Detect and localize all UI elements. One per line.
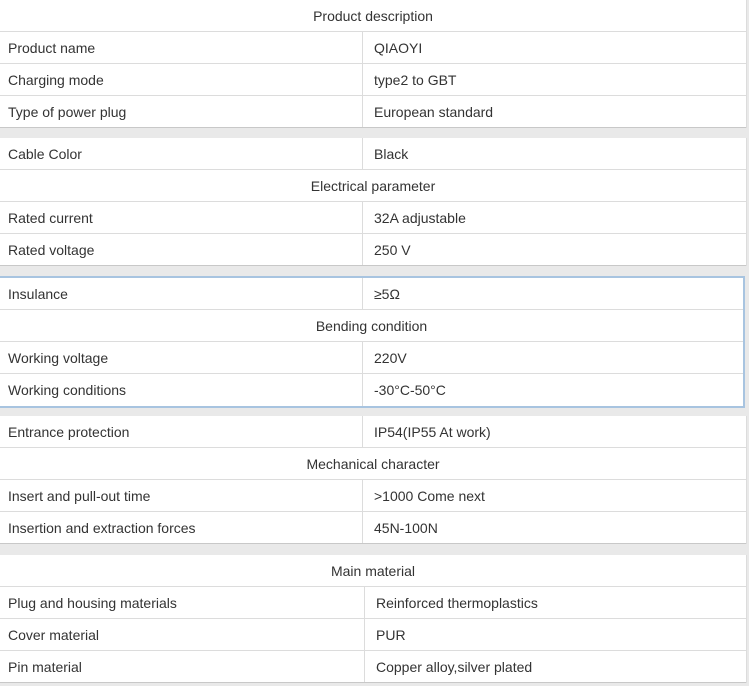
table-row: Charging mode type2 to GBT — [0, 64, 746, 96]
spec-value: 32A adjustable — [374, 209, 466, 226]
table-row: Type of power plug European standard — [0, 96, 746, 128]
section-header: Bending condition — [315, 317, 428, 334]
table-row: Product name QIAOYI — [0, 32, 746, 64]
spec-label: Entrance protection — [0, 416, 363, 447]
section-header: Mechanical character — [306, 455, 440, 472]
spec-table-product-description: Product description Product name QIAOYI … — [0, 0, 747, 128]
section-header: Product description — [313, 7, 433, 24]
spec-label: Product name — [0, 32, 363, 63]
spec-value: Black — [374, 145, 409, 162]
spec-label: Working voltage — [0, 342, 363, 373]
spec-label: Insertion and extraction forces — [0, 512, 363, 543]
section-header-row: Main material — [0, 555, 746, 587]
spec-label: Cover material — [0, 619, 365, 650]
spec-label: Rated voltage — [0, 234, 363, 265]
table-row: Rated current 32A adjustable — [0, 202, 746, 234]
spec-label: Insert and pull-out time — [0, 480, 363, 511]
spec-label: Rated current — [0, 202, 363, 233]
spec-value: IP54(IP55 At work) — [374, 423, 491, 440]
spec-value: Copper alloy,silver plated — [376, 658, 533, 675]
spec-value: -30°C-50°C — [374, 382, 446, 398]
spec-value: QIAOYI — [374, 39, 423, 56]
spec-value: Reinforced thermoplastics — [376, 594, 538, 611]
spec-value: 45N-100N — [374, 519, 438, 536]
section-header-row: Electrical parameter — [0, 170, 746, 202]
spec-table-electrical-parameter: Cable Color Black Electrical parameter R… — [0, 138, 747, 266]
spec-label: Pin material — [0, 651, 365, 682]
table-row: Insert and pull-out time >1000 Come next — [0, 480, 746, 512]
spec-value: PUR — [376, 626, 406, 643]
spec-value: European standard — [374, 103, 494, 120]
section-header: Main material — [330, 562, 416, 579]
spec-value: type2 to GBT — [374, 71, 457, 88]
table-row: Insertion and extraction forces 45N-100N — [0, 512, 746, 544]
spec-label: Cable Color — [0, 138, 363, 169]
table-row: Cable Color Black — [0, 138, 746, 170]
spec-label: Type of power plug — [0, 96, 363, 127]
section-header-row: Bending condition — [0, 310, 743, 342]
spec-label: Charging mode — [0, 64, 363, 95]
spec-label: Insulance — [0, 278, 363, 309]
spec-value: >1000 Come next — [374, 487, 485, 504]
table-row: Entrance protection IP54(IP55 At work) — [0, 416, 746, 448]
table-row: Working conditions -30°C-50°C — [0, 374, 743, 406]
spec-label: Plug and housing materials — [0, 587, 365, 618]
spec-value: 220V — [374, 349, 407, 366]
table-row: Rated voltage 250 V — [0, 234, 746, 266]
spec-page: Product description Product name QIAOYI … — [0, 0, 749, 686]
table-row: Plug and housing materials Reinforced th… — [0, 587, 746, 619]
spec-value: 250 V — [374, 241, 411, 258]
section-header-row: Product description — [0, 0, 746, 32]
spec-table-bending-condition: Insulance ≥5Ω Bending condition Working … — [0, 276, 745, 408]
section-header-row: Mechanical character — [0, 448, 746, 480]
spec-value: ≥5Ω — [374, 285, 400, 302]
spec-table-mechanical-character: Entrance protection IP54(IP55 At work) M… — [0, 416, 747, 544]
table-row: Insulance ≥5Ω — [0, 278, 743, 310]
table-row: Cover material PUR — [0, 619, 746, 651]
spec-label: Working conditions — [0, 374, 363, 406]
table-row: Pin material Copper alloy,silver plated — [0, 651, 746, 683]
section-header: Electrical parameter — [310, 177, 436, 194]
spec-table-main-material: Main material Plug and housing materials… — [0, 555, 747, 683]
table-row: Working voltage 220V — [0, 342, 743, 374]
